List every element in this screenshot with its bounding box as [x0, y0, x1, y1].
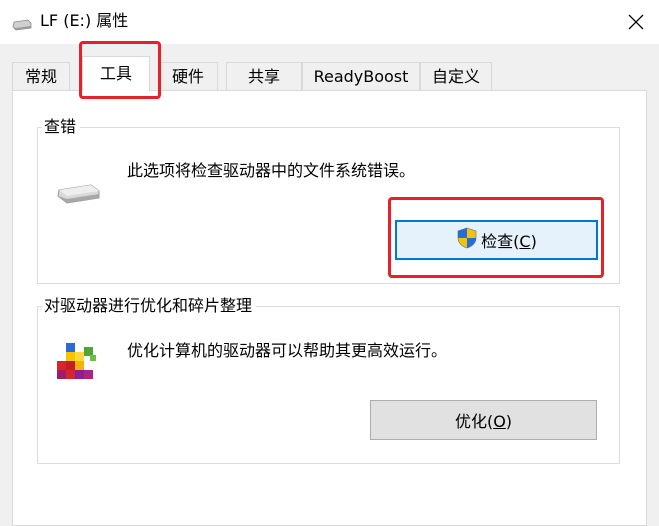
- tab-tools[interactable]: 工具: [82, 56, 150, 91]
- close-icon: [628, 14, 644, 30]
- optimize-button-label-close: ): [505, 412, 513, 431]
- tab-label: 共享: [247, 67, 280, 86]
- window-title: LF (E:) 属性: [40, 11, 129, 30]
- optimize-title: 对驱动器进行优化和碎片整理: [42, 296, 257, 316]
- tab-label: 工具: [99, 64, 132, 83]
- close-button[interactable]: [613, 0, 659, 44]
- defrag-icon: [55, 341, 99, 387]
- optimize-button[interactable]: 优化(O): [370, 400, 597, 440]
- check-button-accesskey: C: [519, 232, 531, 251]
- optimize-button-accesskey: O: [493, 412, 506, 431]
- optimize-button-label: 优化(: [454, 412, 494, 431]
- error-check-group: [37, 127, 620, 284]
- optimize-description: 优化计算机的驱动器可以帮助其更高效运行。: [127, 341, 448, 360]
- optimize-group: [37, 306, 620, 464]
- error-check-description: 此选项将检查驱动器中的文件系统错误。: [127, 161, 416, 180]
- tab-sharing[interactable]: 共享: [226, 62, 302, 90]
- tab-label: 硬件: [171, 67, 204, 86]
- tab-customize[interactable]: 自定义: [420, 62, 492, 90]
- error-check-title: 查错: [42, 117, 81, 137]
- tab-readyboost[interactable]: ReadyBoost: [302, 62, 420, 90]
- tab-hardware[interactable]: 硬件: [158, 62, 218, 90]
- check-button[interactable]: 检查(C): [395, 220, 598, 260]
- check-button-label: 检查(: [481, 232, 520, 251]
- check-button-label-close: ): [530, 232, 537, 251]
- drive-icon: [55, 181, 101, 209]
- tab-general[interactable]: 常规: [12, 62, 70, 90]
- tab-label: 常规: [24, 67, 57, 86]
- uac-shield-icon: [456, 227, 478, 253]
- tab-label: ReadyBoost: [313, 67, 409, 86]
- tab-label: 自定义: [431, 67, 480, 86]
- drive-icon: [12, 16, 32, 31]
- tools-panel: 查错 此选项将检查驱动器中的文件系统错误。 检查(C) 对驱动器进行优化和碎片整…: [12, 90, 647, 526]
- properties-window: LF (E:) 属性 常规 工具 硬件 共享 ReadyBoost 自定义 查错: [0, 0, 659, 526]
- title-bar: LF (E:) 属性: [0, 0, 659, 44]
